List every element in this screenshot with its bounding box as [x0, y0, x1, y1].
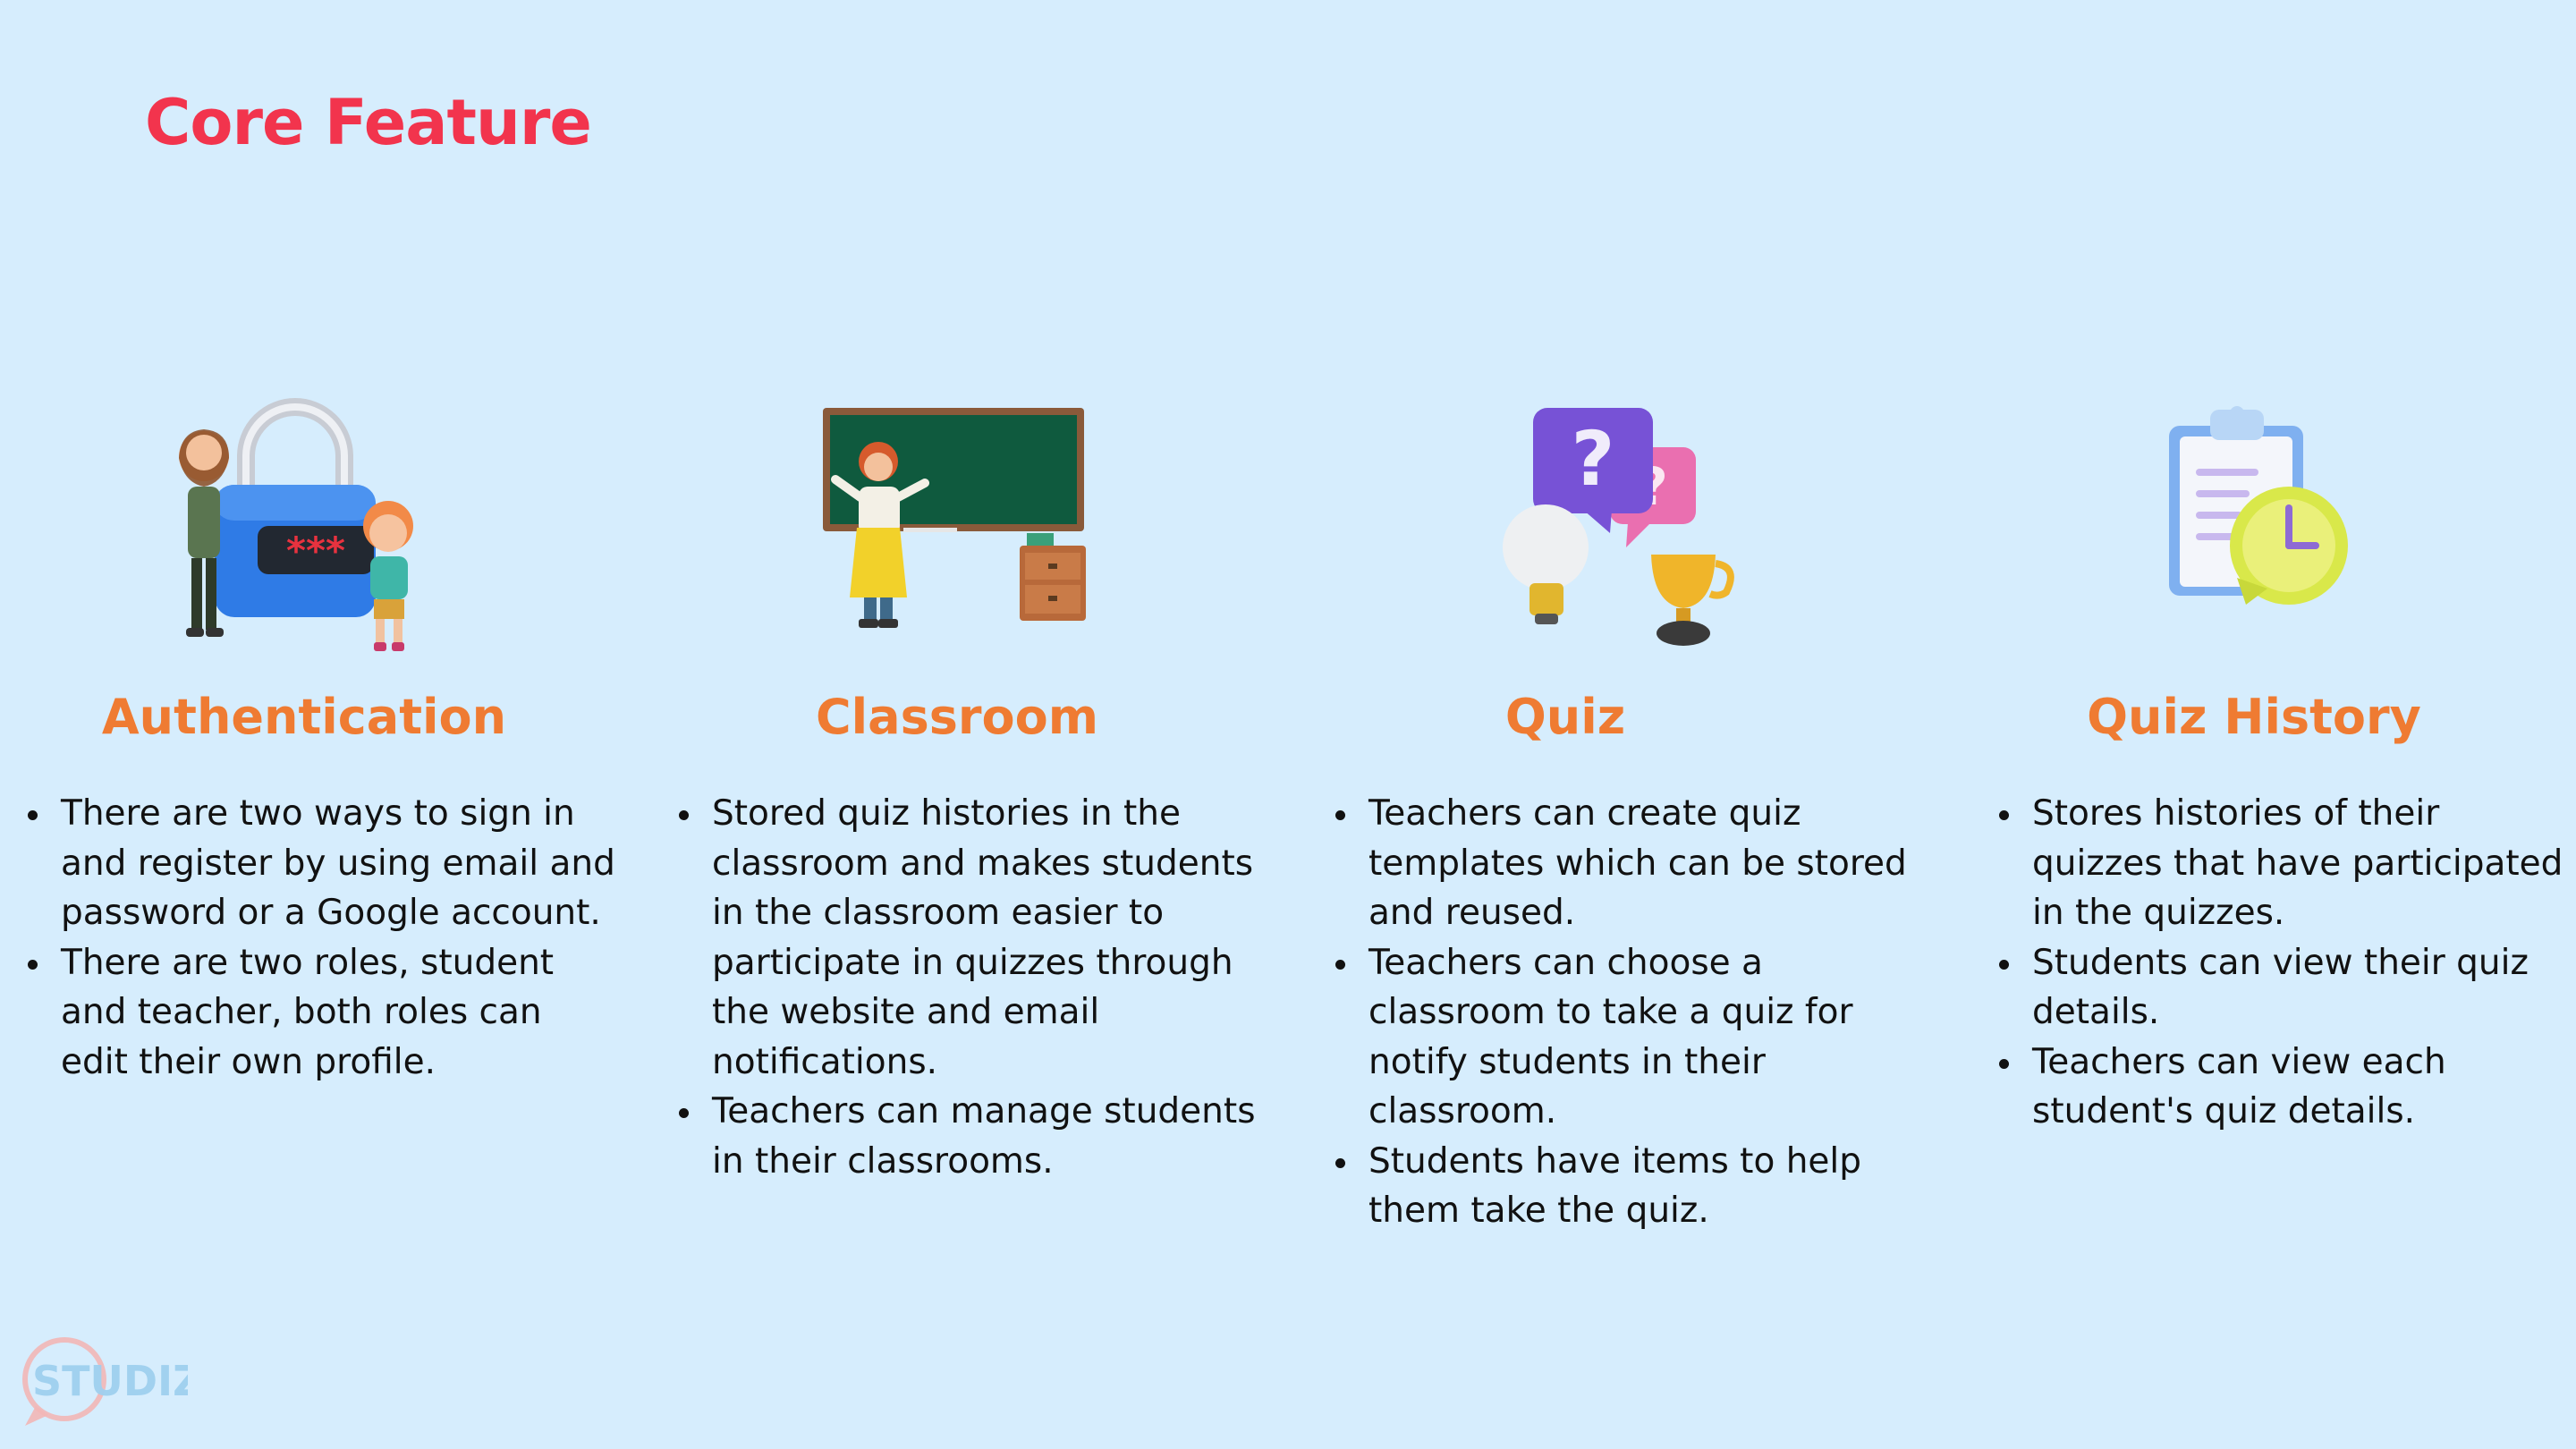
feature-quiz-history: Quiz History Stores histories of their q… — [1959, 394, 2576, 1131]
feature-title: Authentication — [101, 689, 507, 745]
password-mask-text: *** — [286, 529, 345, 572]
studiz-logo: STUDIZ — [18, 1333, 203, 1431]
padlock-password-people-icon: *** — [161, 394, 447, 653]
list-item: Students can view their quiz details. — [1996, 938, 2576, 1038]
list-item: There are two roles, student and teacher… — [25, 938, 615, 1088]
svg-text:?: ? — [1572, 415, 1615, 503]
feature-bullet-list: Stored quiz histories in the classroom a… — [676, 789, 1267, 1186]
list-item: Stored quiz histories in the classroom a… — [676, 789, 1267, 1087]
list-item: Stores histories of their quizzes that h… — [1996, 789, 2576, 938]
list-item: Teachers can manage students in their cl… — [676, 1087, 1267, 1186]
list-item: Teachers can view each student's quiz de… — [1996, 1038, 2576, 1137]
clipboard-clock-icon — [2124, 394, 2411, 653]
logo-text: STUDIZ — [32, 1357, 188, 1405]
feature-quiz: ? ? Quiz Teachers can create quiz templa… — [1306, 394, 1932, 1231]
feature-bullet-list: Teachers can create quiz templates which… — [1333, 789, 1923, 1236]
feature-title: Quiz History — [2087, 689, 2421, 745]
feature-bullet-list: There are two ways to sign in and regist… — [25, 789, 615, 1087]
feature-classroom: Classroom Stored quiz histories in the c… — [644, 394, 1270, 1182]
feature-authentication: *** Authentication There are two ways to… — [0, 394, 626, 1082]
feature-title: Quiz — [1504, 689, 1626, 745]
teacher-chalkboard-icon — [814, 394, 1100, 653]
feature-bullet-list: Stores histories of their quizzes that h… — [1996, 789, 2576, 1137]
list-item: Teachers can create quiz templates which… — [1333, 789, 1923, 938]
list-item: There are two ways to sign in and regist… — [25, 789, 615, 938]
question-bubbles-bulb-trophy-icon: ? ? — [1476, 394, 1762, 653]
list-item: Students have items to help them take th… — [1333, 1137, 1923, 1236]
feature-title: Classroom — [816, 689, 1098, 745]
list-item: Teachers can choose a classroom to take … — [1333, 938, 1923, 1137]
page-title: Core Feature — [145, 86, 592, 159]
